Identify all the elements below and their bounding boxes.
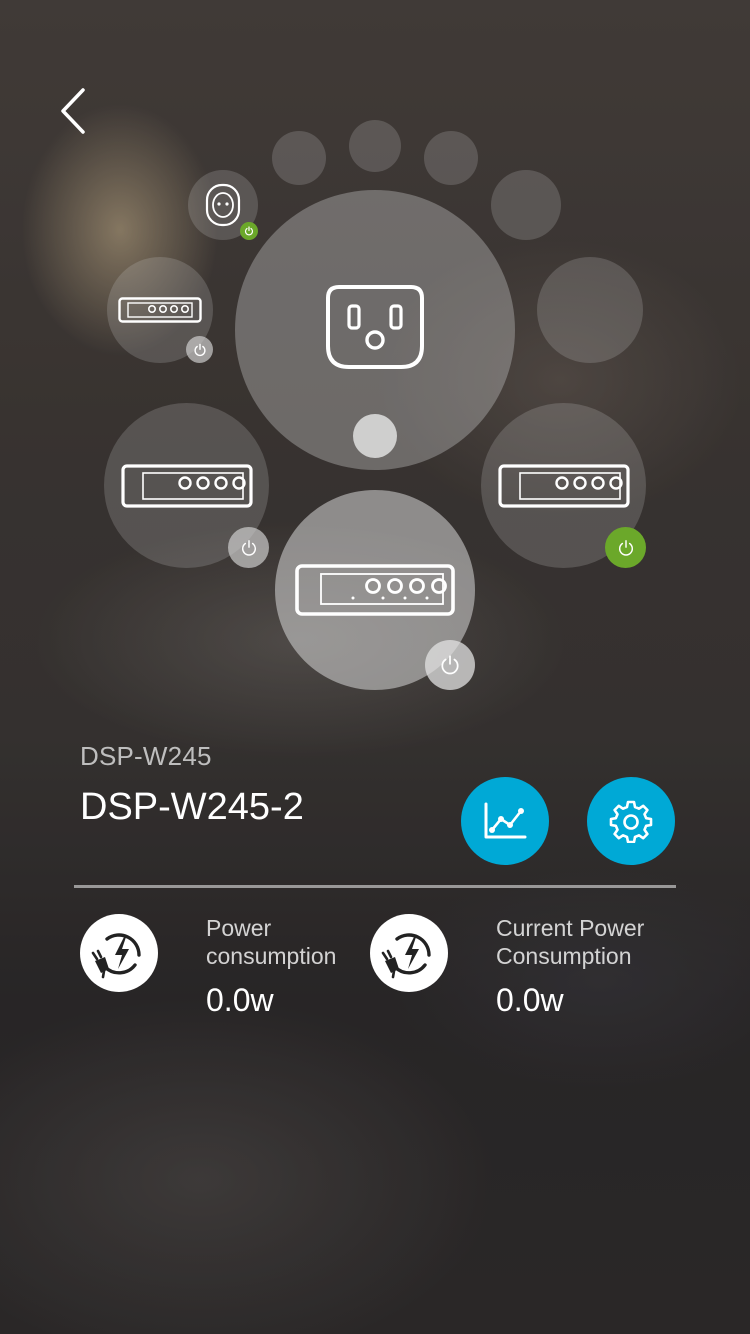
power-icon — [618, 539, 633, 556]
power-toggle-strip-left[interactable] — [228, 527, 269, 568]
power-strip-icon — [120, 463, 253, 508]
current-power-consumption-value: 0.0w — [496, 982, 564, 1018]
settings-button[interactable] — [587, 777, 675, 865]
power-toggle-strip-right[interactable] — [605, 527, 646, 568]
power-strip-icon — [295, 564, 455, 616]
power-toggle-strip-small[interactable] — [186, 336, 213, 363]
power-consumption-icon-badge — [80, 914, 158, 992]
power-icon — [241, 539, 256, 556]
device-model-label: DSP-W245 — [80, 741, 212, 771]
empty-device-slot[interactable] — [491, 170, 561, 240]
usage-chart-button[interactable] — [461, 777, 549, 865]
power-icon — [441, 655, 459, 675]
power-consumption-label-line2: consumption — [206, 943, 337, 969]
power-consumption-label-line1: Power — [206, 915, 272, 941]
empty-device-slot[interactable] — [349, 120, 401, 172]
power-icon — [244, 226, 254, 236]
power-icon — [193, 343, 206, 356]
empty-device-slot[interactable] — [272, 131, 326, 185]
line-chart-icon — [484, 802, 527, 839]
gear-icon — [609, 800, 653, 843]
current-power-consumption-label-line1: Current Power — [496, 915, 645, 941]
selected-indicator-dot — [353, 414, 397, 458]
power-strip-icon — [118, 297, 202, 323]
power-plug-icon — [381, 933, 431, 979]
empty-device-slot[interactable] — [537, 257, 643, 363]
power-consumption-value: 0.0w — [206, 982, 274, 1018]
back-button[interactable] — [52, 86, 96, 136]
empty-device-slot[interactable] — [424, 131, 478, 185]
current-power-consumption-label-line2: Consumption — [496, 943, 632, 969]
power-toggle-strip-center[interactable] — [425, 640, 475, 690]
power-strip-icon — [497, 463, 630, 508]
device-screen: DSP-W245 DSP-W245-2 Power consumption 0.… — [0, 0, 750, 1334]
current-power-consumption-label: Current Power Consumption — [496, 914, 666, 970]
us-outlet-icon — [326, 285, 424, 369]
device-name-title: DSP-W245-2 — [80, 786, 304, 828]
section-divider — [74, 885, 676, 888]
current-power-consumption-icon-badge — [370, 914, 448, 992]
power-consumption-label: Power consumption — [206, 914, 376, 970]
chevron-left-icon — [61, 88, 85, 134]
power-plug-icon — [91, 933, 141, 979]
round-plug-icon — [205, 183, 241, 227]
power-toggle-smart-plug[interactable] — [240, 222, 258, 240]
